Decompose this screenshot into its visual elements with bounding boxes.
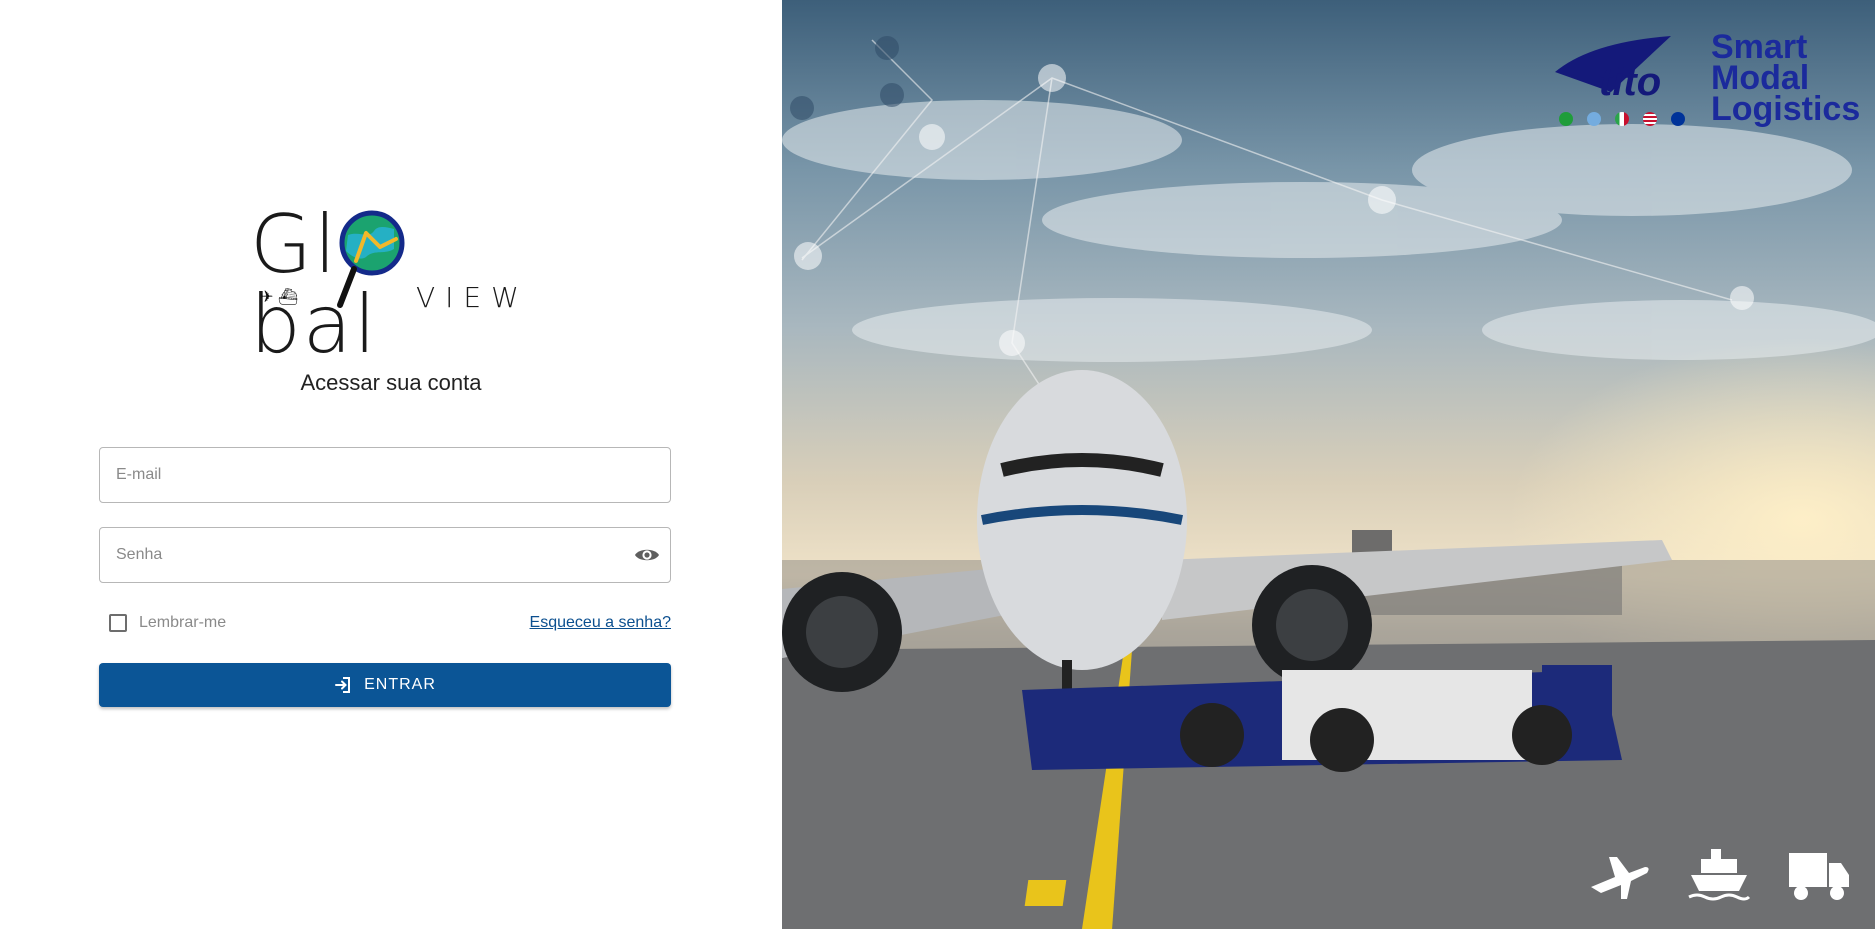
hero-image: tito Smart Modal Logistics (782, 0, 1875, 929)
argentina-flag-icon (1587, 112, 1601, 126)
tito-wordmark: tito (1599, 60, 1662, 104)
ship-icon (1687, 847, 1751, 903)
country-flags (1559, 112, 1685, 126)
login-button-label: ENTRAR (364, 676, 436, 693)
password-field-wrapper (99, 527, 671, 583)
logo-transport-icon: ✈ ⛴ (260, 289, 299, 306)
global-view-logo: Glbal ✈ ⛴ VIEW (250, 205, 535, 365)
email-field-wrapper (99, 447, 671, 503)
truck-icon (1787, 847, 1851, 903)
eu-flag-icon (1671, 112, 1685, 126)
transport-icons (1587, 847, 1851, 903)
forgot-password-link[interactable]: Esqueceu a senha? (530, 614, 671, 632)
eye-icon[interactable] (634, 544, 660, 566)
airplane-icon (1587, 847, 1651, 903)
logo-sub: VIEW (416, 281, 529, 314)
smart-modal-logistics-text: Smart Modal Logistics (1711, 30, 1861, 128)
remember-me[interactable]: Lembrar-me (109, 614, 226, 632)
magnifier-globe-icon (337, 210, 405, 308)
brand-line-3: Logistics (1711, 90, 1861, 128)
remember-checkbox[interactable] (109, 614, 127, 632)
brazil-flag-icon (1559, 112, 1573, 126)
tito-brand-logo: tito Smart Modal Logistics (1551, 30, 1860, 142)
page-title: Acessar sua conta (300, 370, 482, 395)
password-input[interactable] (100, 528, 670, 582)
remember-label: Lembrar-me (139, 614, 227, 631)
login-icon (335, 677, 351, 693)
login-page: Glbal ✈ ⛴ VIEW Acessar sua conta E-mail … (0, 0, 1875, 929)
login-panel: Glbal ✈ ⛴ VIEW Acessar sua conta E-mail … (0, 0, 782, 929)
login-button[interactable]: ENTRAR (99, 663, 671, 707)
mexico-flag-icon (1615, 112, 1629, 126)
usa-flag-icon (1643, 112, 1657, 126)
email-input[interactable] (100, 448, 670, 502)
